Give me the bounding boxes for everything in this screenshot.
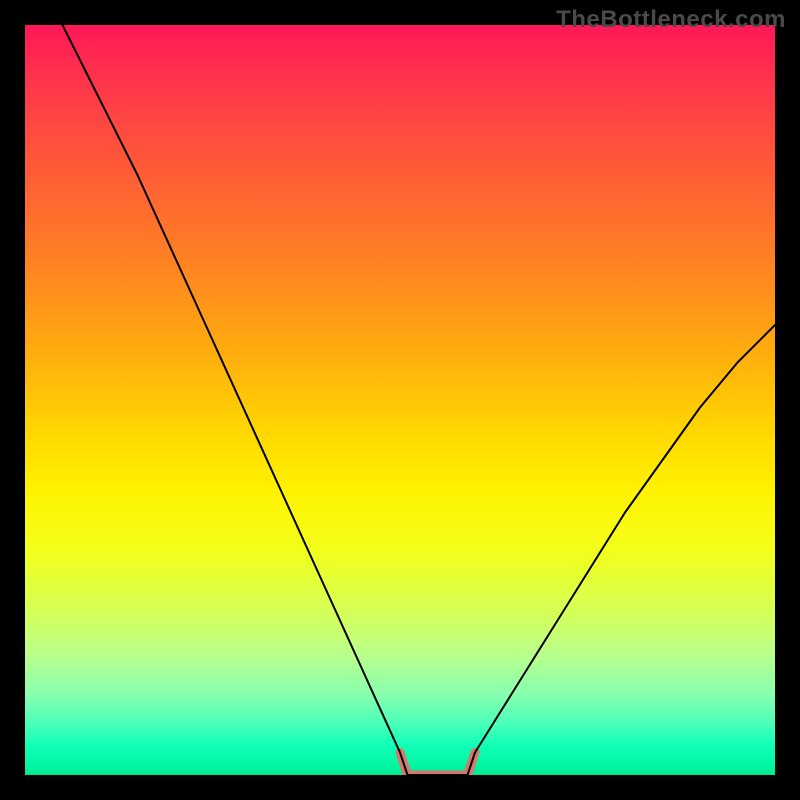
watermark-text: TheBottleneck.com [556, 6, 786, 34]
chart-frame: TheBottleneck.com [0, 0, 800, 800]
main-curve-path [63, 25, 776, 775]
valley-highlight-path [400, 753, 475, 776]
curve-svg [25, 25, 775, 775]
plot-area [25, 25, 775, 775]
